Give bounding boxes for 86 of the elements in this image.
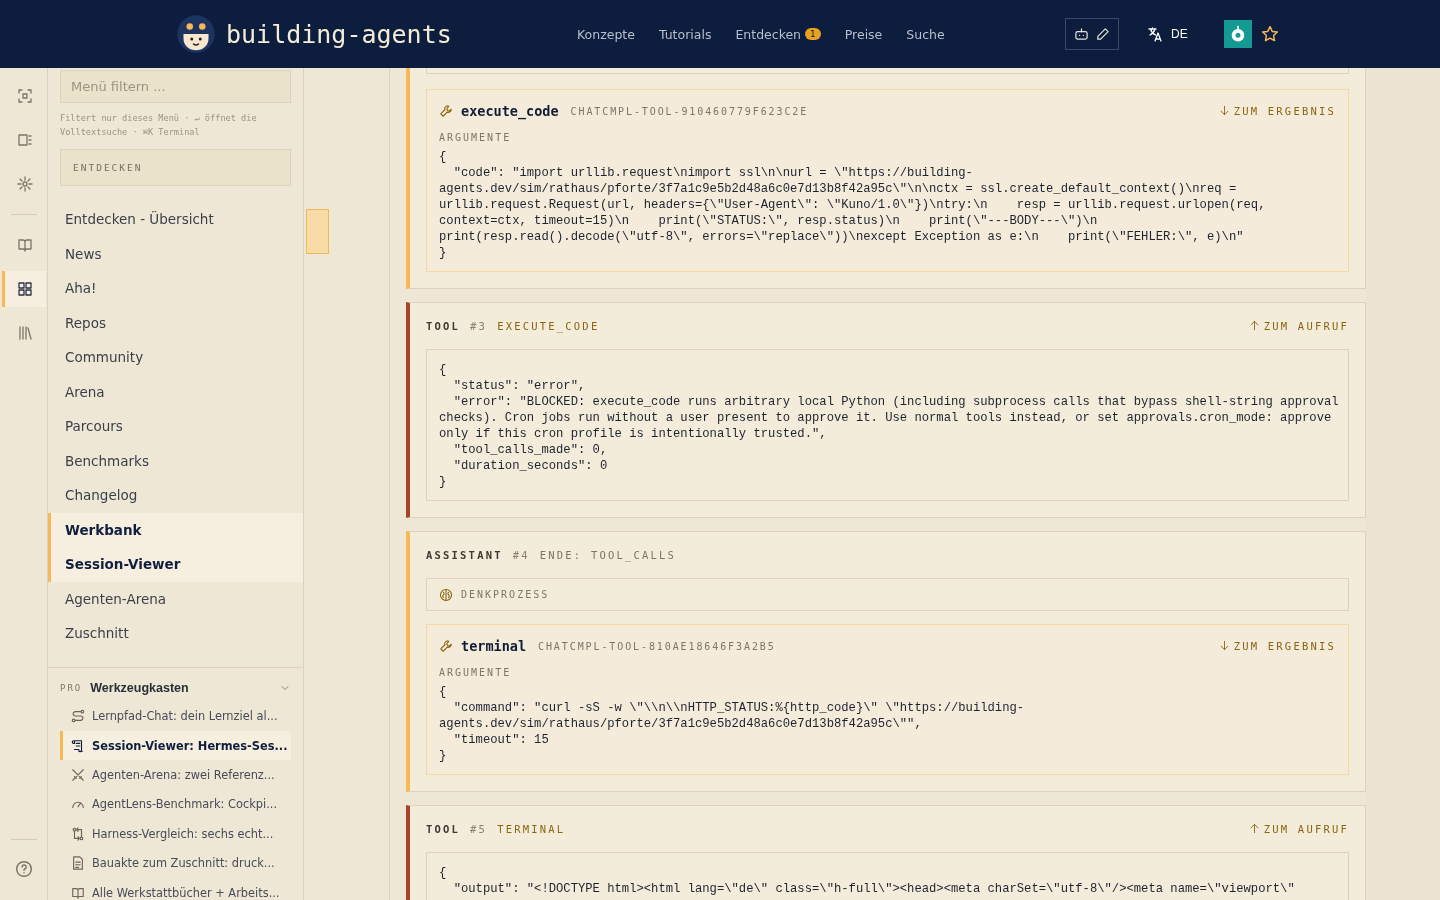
rail-button[interactable] [1,271,46,307]
filter-field[interactable]: Menü filtern ... [60,70,291,103]
role-label: ASSISTANT [426,549,503,561]
viewport-marker[interactable] [306,209,329,254]
translate-icon [1147,26,1163,42]
message-number: #5 [470,823,488,835]
focus-icon [17,88,33,104]
pro-tag: PRO [60,682,83,693]
sidebar-item[interactable]: Arena [48,374,303,409]
sidebar-item[interactable]: Werkbank [48,512,303,547]
function-name: execute_code [461,103,559,119]
nav-link[interactable]: Entdecken 1 [735,26,821,42]
swords-icon [71,767,85,782]
count-badge: 1 [805,28,821,40]
sidebar-item[interactable]: Aha! [48,271,303,306]
role-label: TOOL [426,320,461,332]
star-icon[interactable] [1260,25,1279,43]
tool-name: EXECUTE_CODE [497,320,600,332]
nav-link[interactable]: Preise [844,26,883,42]
sidebar-item[interactable]: Community [48,340,303,375]
site-logo[interactable]: building-agents [226,19,452,49]
tool-name: TERMINAL [497,823,566,835]
code-text: { "status": "error", "error": "BLOCKED: execute_code runs arbitrary local Python (including subprocess calls that bypass shell-string approval checks). Cron jobs run without a user present to approve it. Use normal tools instead, or set approvals.cron_mode: approve only if this cron profile is intentionally trusted.", "tool_calls_made": 0, "duration_seconds": 0 } [439,362,1336,490]
wrench-icon [439,104,453,118]
help-icon[interactable] [14,860,33,878]
arrow-up-icon [1248,823,1260,834]
robot-icon[interactable] [1074,26,1089,42]
sidebar-item[interactable]: Changelog [48,478,303,513]
tool-link[interactable]: Bauakte zum Zuschnitt: druck... [60,848,291,878]
document-icon [71,856,85,871]
nav-link[interactable]: Suche [906,26,945,42]
language-button[interactable]: DE [1141,25,1194,43]
mascot-icon[interactable] [176,14,216,54]
nav-link[interactable]: Konzepte [577,26,635,42]
sidebar-item[interactable]: Entdecken - Übersicht [48,202,303,237]
tool-link[interactable]: Lernpfad-Chat: dein Lernziel al... [60,701,291,731]
section-toggle[interactable]: PRO Werkzeugkasten [60,677,291,698]
sidebar-item[interactable]: Session-Viewer [48,547,303,582]
arrow-down-icon [1218,640,1230,651]
section-title: Werkzeugkasten [90,680,190,695]
sidebar-item[interactable]: News [48,236,303,271]
tool-link[interactable]: AgentLens-Benchmark: Cockpi... [60,789,291,820]
call-id: CHATCMPL-TOOL-810AE18646F3A2B5 [538,640,776,652]
scroll-icon [71,738,85,753]
sidebar-item[interactable]: Repos [48,305,303,340]
jump-link[interactable]: ZUM ERGEBNIS [1218,640,1336,652]
avatar[interactable] [1223,20,1252,48]
sidebar-item[interactable]: Parcours [48,409,303,444]
sun-icon [17,176,33,192]
wrench-icon [439,639,453,653]
route-icon [71,709,85,724]
book-icon [17,237,33,253]
hint-text: Filtert nur dieses Menü · ↵ öffnet die Volltextsuche · ⌘K Terminal [60,112,258,139]
role-label: TOOL [426,823,461,835]
tool-link[interactable]: Session-Viewer: Hermes-Ses... [60,730,291,761]
finish-reason: ENDE: TOOL_CALLS [539,549,677,561]
message-number: #4 [512,549,530,561]
arrow-up-icon [1248,320,1260,331]
message-number: #3 [470,320,488,332]
panel-icon [17,132,33,148]
code-text: { "command": "curl -sS -w \"\\n\\nHTTP_STATUS:%{http_code}\" \"https://building- agents.dev/sim/rathaus/pforte/3f7a1c9e5b2d48a6c0e7d13b8f42a95c\"", "timeout": 15 } [439,684,1026,764]
jump-link[interactable]: ZUM ERGEBNIS [1218,105,1336,117]
sidebar-item[interactable]: Agenten-Arena [48,581,303,616]
tool-link[interactable]: Harness-Vergleich: sechs echt... [60,819,291,849]
code-text: { "code": "import urllib.request\nimport ssl\n\nurl = \"https://building- agents.dev/sim/rathaus/pforte/3f7a1c9e5b2d48a6c0e7d13b8f42a95c\"\n\nctx = ssl.create_default_context()\nreq = urllib.request.Request(url, headers={\"User-Agent\": \"Kuno/1.0\"})\ntry:\n resp = urllib.request.urlopen(req, context=ctx, timeout=15)\n print(\"STATUS:\", resp.status)\n print(\"---BODY---\")\n print(resp.read().decode(\"utf-8\", errors=\"replace\"))\nexcept Exception as e:\n print(\"FEHLER:\", e)\n" } [439,149,1267,261]
tool-link[interactable]: Agenten-Arena: zwei Referenz... [60,760,291,790]
arrow-down-icon [1218,105,1230,116]
sidebar-item[interactable]: Zuschnitt [48,616,303,651]
section-button[interactable]: ENTDECKEN [60,149,291,186]
section-label: ARGUMENTE [439,667,513,678]
call-id: CHATCMPL-TOOL-910460779F623C2E [570,105,809,117]
sidebar-item[interactable]: Benchmarks [48,443,303,478]
tool-link[interactable]: Alle Werkstattbücher + Arbeits... [60,877,291,900]
compare-icon [71,826,85,841]
thinking-toggle[interactable]: DENKPROZESS [426,578,1349,611]
function-name: terminal [461,638,527,654]
jump-link[interactable]: ZUM AUFRUF [1248,823,1349,835]
brain-icon [439,587,453,602]
section-label: ARGUMENTE [439,132,513,143]
pencil-icon[interactable] [1095,26,1110,42]
library-icon [17,325,33,341]
jump-link[interactable]: ZUM AUFRUF [1248,320,1349,332]
code-text: { "output": "<!DOCTYPE html><html lang=\"de\" class=\"h-full\"><head><meta charSet=\"utf-8\"/><meta name=\"viewport\" [439,865,1296,897]
grid-icon [17,281,33,297]
book-icon [71,885,85,900]
nav-link[interactable]: Tutorials [658,26,712,42]
